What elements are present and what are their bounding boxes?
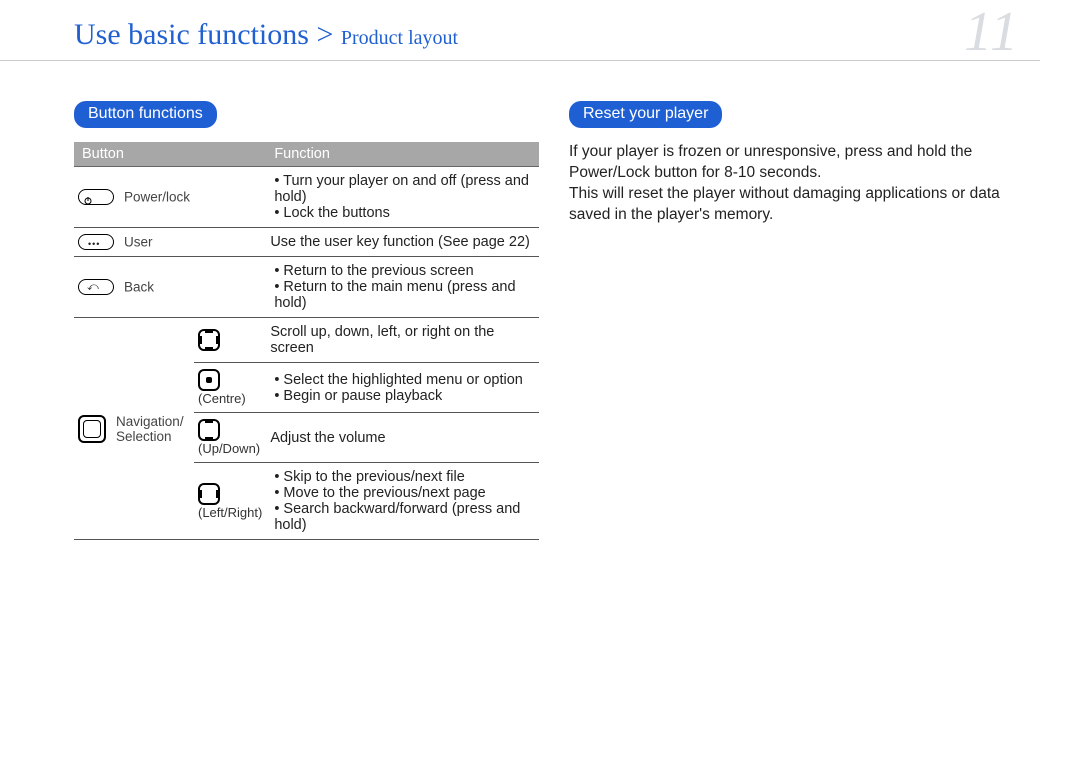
th-function: Function — [266, 142, 539, 167]
back-button-icon: ⤺ — [78, 279, 114, 295]
nav-leftright-icon — [198, 483, 220, 505]
nav-centre-icon — [198, 369, 220, 391]
reset-paragraph-1: If your player is frozen or unresponsive… — [569, 142, 1034, 184]
page-header: Use basic functions > Product layout 11 — [0, 0, 1040, 61]
row-user: ••• User Use the user key function (See … — [74, 228, 539, 257]
list-item: Return to the main menu (press and hold) — [274, 279, 535, 311]
nav-scroll-function: Scroll up, down, left, or right on the s… — [266, 318, 539, 363]
nav-leftright-functions: Skip to the previous/next file Move to t… — [270, 469, 535, 533]
th-button: Button — [74, 142, 266, 167]
nav-scroll-icon — [198, 329, 220, 351]
reset-paragraph-2: This will reset the player without damag… — [569, 184, 1034, 226]
nav-centre-functions: Select the highlighted menu or option Be… — [270, 372, 535, 404]
power-lock-label: Power/lock — [124, 190, 190, 205]
navigation-label: Navigation/ Selection — [116, 414, 184, 444]
list-item: Search backward/forward (press and hold) — [274, 501, 535, 533]
list-item: Move to the previous/next page — [274, 485, 535, 501]
list-item: Return to the previous screen — [274, 263, 535, 279]
user-label: User — [124, 235, 153, 250]
breadcrumb-separator: > — [309, 18, 341, 51]
section-pill-button-functions: Button functions — [74, 101, 217, 128]
list-item: Skip to the previous/next file — [274, 469, 535, 485]
list-item: Begin or pause playback — [274, 388, 535, 404]
row-power-lock: Power/lock Turn your player on and off (… — [74, 167, 539, 228]
list-item: Select the highlighted menu or option — [274, 372, 535, 388]
column-reset-player: Reset your player If your player is froz… — [569, 101, 1034, 540]
content-area: Button functions Button Function Power/l… — [0, 61, 1080, 540]
nav-updown-function: Adjust the volume — [266, 413, 539, 463]
power-lock-functions: Turn your player on and off (press and h… — [270, 173, 535, 221]
nav-centre-sublabel: (Centre) — [198, 391, 262, 406]
back-label: Back — [124, 280, 154, 295]
user-button-icon: ••• — [78, 234, 114, 250]
breadcrumb-main: Use basic functions — [74, 18, 309, 51]
breadcrumb-sub: Product layout — [341, 27, 458, 49]
section-pill-reset: Reset your player — [569, 101, 722, 128]
navigation-button-icon — [78, 415, 106, 443]
nav-updown-icon — [198, 419, 220, 441]
user-function: Use the user key function (See page 22) — [266, 228, 539, 257]
power-lock-icon — [78, 189, 114, 205]
column-button-functions: Button functions Button Function Power/l… — [74, 101, 539, 540]
table-header-row: Button Function — [74, 142, 539, 167]
row-back: ⤺ Back Return to the previous screen Ret… — [74, 257, 539, 318]
row-nav-scroll: Navigation/ Selection Scroll up, down, l… — [74, 318, 539, 363]
page-number: 11 — [964, 0, 1020, 64]
button-functions-table: Button Function Power/lock Turn your pla… — [74, 142, 539, 540]
nav-updown-sublabel: (Up/Down) — [198, 441, 262, 456]
nav-leftright-sublabel: (Left/Right) — [198, 505, 262, 520]
list-item: Turn your player on and off (press and h… — [274, 173, 535, 205]
back-functions: Return to the previous screen Return to … — [270, 263, 535, 311]
list-item: Lock the buttons — [274, 205, 535, 221]
